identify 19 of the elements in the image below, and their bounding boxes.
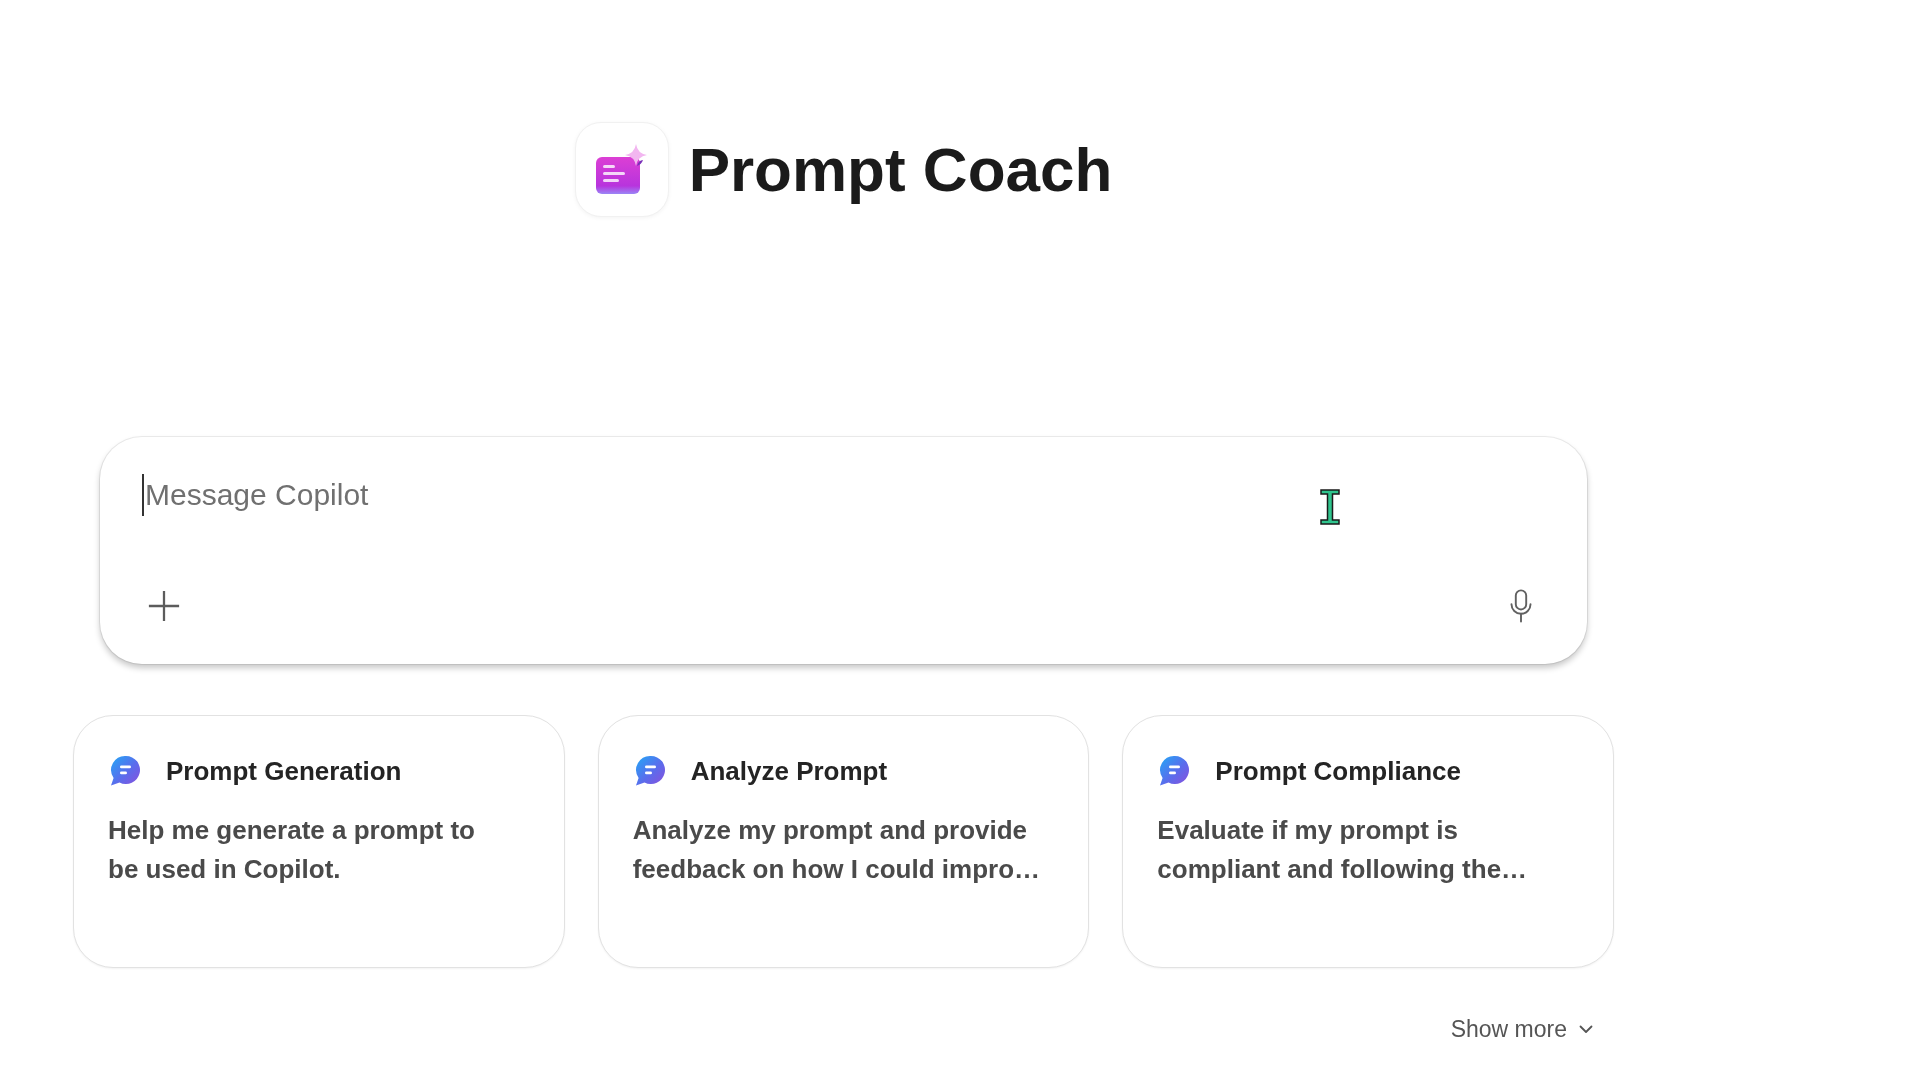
suggestion-title: Prompt Compliance (1215, 755, 1461, 788)
plus-icon (147, 589, 181, 623)
suggestion-title: Prompt Generation (166, 755, 402, 788)
chat-bubble-icon (108, 754, 142, 788)
agent-title: Prompt Coach (688, 133, 1113, 206)
chat-bubble-icon (1157, 754, 1192, 788)
suggestion-description: Analyze my prompt and provide feedback on how I could impro… (632, 814, 1042, 886)
show-more-button[interactable]: Show more (1450, 1014, 1593, 1044)
suggestion-card[interactable]: Prompt Compliance Evaluate if my prompt is compliant and following the… (1122, 715, 1614, 968)
text-cursor-icon (1319, 489, 1341, 525)
suggestion-description: Evaluate if my prompt is compliant and following the… (1157, 814, 1529, 886)
suggestion-card[interactable]: Prompt Generation Help me generate a prompt to be used in Copilot. (73, 715, 565, 968)
microphone-icon (1508, 588, 1534, 624)
chevron-down-icon (1579, 1024, 1593, 1034)
suggestion-card[interactable]: Analyze Prompt Analyze my prompt and provide feedback on how I could impro… (597, 715, 1090, 968)
sparkle-document-icon (574, 122, 669, 217)
message-input[interactable]: Message Copilot (144, 474, 1543, 516)
suggestion-title: Analyze Prompt (690, 755, 888, 788)
suggestion-description: Help me generate a prompt to be used in Copilot. (108, 814, 476, 886)
